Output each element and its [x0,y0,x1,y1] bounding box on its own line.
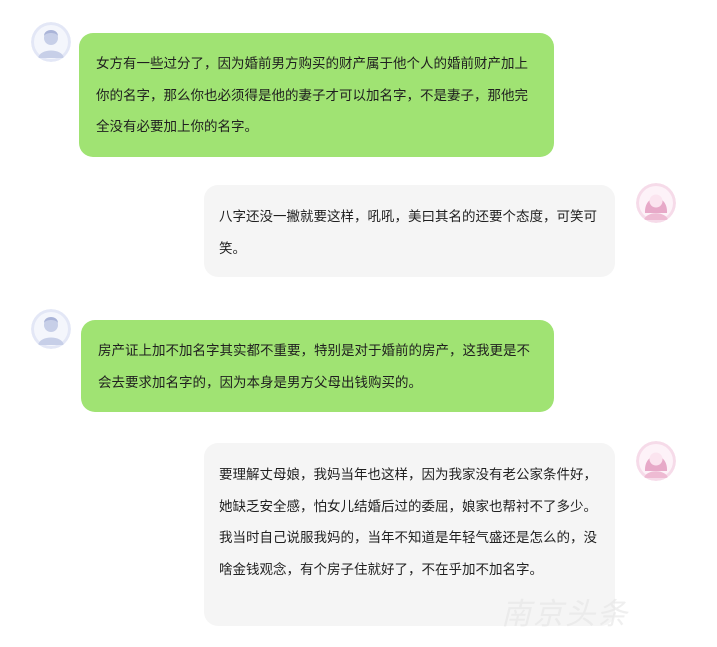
female-user-avatar-icon[interactable] [636,441,676,481]
chat-thread: 女方有一些过分了，因为婚前男方购买的财产属于他个人的婚前财产加上你的名字，那么你… [0,0,717,647]
message-bubble-sent: 八字还没一撇就要这样，吼吼，美曰其名的还要个态度，可笑可笑。 [204,185,615,277]
watermark-logo: 南京头条 [501,597,629,632]
male-user-avatar-icon[interactable] [31,309,71,349]
female-user-avatar-icon[interactable] [636,183,676,223]
message-bubble-received: 房产证上加不加名字其实都不重要，特别是对于婚前的房产，这我更是不会去要求加名字的… [81,320,554,412]
message-bubble-received: 女方有一些过分了，因为婚前男方购买的财产属于他个人的婚前财产加上你的名字，那么你… [79,33,554,157]
male-user-avatar-icon[interactable] [31,22,71,62]
